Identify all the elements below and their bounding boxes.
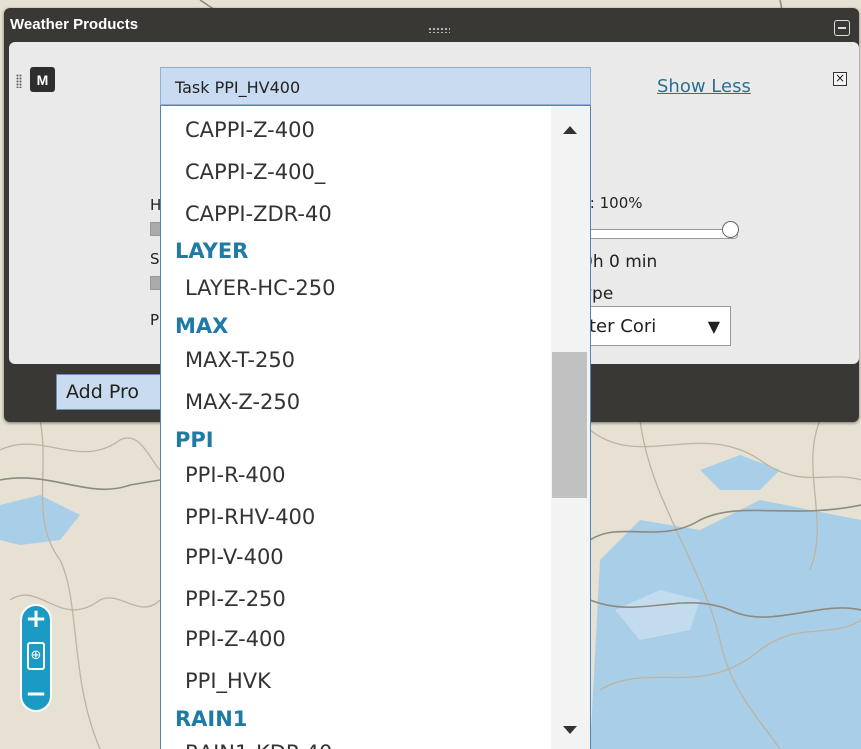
panel-drag-grip-icon[interactable]: [428, 27, 450, 33]
task-dropdown-list[interactable]: CAPPI-Z-400 CAPPI-Z-400_ CAPPI-ZDR-40 LAYER…: [160, 105, 591, 749]
map-zoom-control: + ⊕ −: [20, 604, 52, 712]
dropdown-option[interactable]: PPI_HVK: [185, 669, 271, 693]
dropdown-group-header: PPI: [175, 428, 214, 452]
zoom-out-icon[interactable]: −: [23, 681, 49, 708]
task-select[interactable]: Task PPI_HV400: [160, 67, 591, 105]
remove-product-close-icon[interactable]: ×: [833, 72, 847, 86]
opacity-slider[interactable]: [588, 229, 738, 239]
time-offset-label: 0h 0 min: [582, 252, 658, 272]
dropdown-option[interactable]: CAPPI-Z-400: [185, 118, 315, 142]
panel-title: Weather Products: [10, 16, 139, 33]
product-type-badge: M: [30, 67, 55, 92]
scroll-up-arrow-icon[interactable]: [563, 126, 577, 134]
locate-icon[interactable]: ⊕: [27, 642, 45, 670]
opacity-slider-thumb[interactable]: [722, 221, 739, 238]
dropdown-option[interactable]: PPI-V-400: [185, 545, 284, 569]
dropdown-option[interactable]: CAPPI-Z-400_: [185, 160, 325, 184]
dropdown-option[interactable]: LAYER-HC-250: [185, 276, 335, 300]
hidden-label-p: P: [150, 311, 160, 329]
type-select[interactable]: ter Cori ▼: [574, 306, 731, 346]
scrollbar-thumb[interactable]: [552, 352, 587, 498]
dropdown-group-header: MAX: [175, 314, 229, 338]
dropdown-option[interactable]: PPI-Z-400: [185, 627, 286, 651]
dropdown-option[interactable]: RAIN1-KDP-40: [185, 741, 332, 749]
dropdown-option[interactable]: MAX-Z-250: [185, 390, 300, 414]
dropdown-scrollbar[interactable]: [551, 106, 590, 749]
zoom-in-icon[interactable]: +: [23, 606, 49, 633]
show-less-link[interactable]: Show Less: [657, 76, 751, 97]
row-drag-handle-icon[interactable]: [16, 74, 22, 88]
dropdown-option[interactable]: PPI-Z-250: [185, 587, 286, 611]
scroll-down-arrow-icon[interactable]: [563, 726, 577, 734]
dropdown-option[interactable]: PPI-RHV-400: [185, 505, 315, 529]
type-select-value: ter Cori: [589, 316, 657, 337]
opacity-label: y: 100%: [582, 194, 643, 212]
dropdown-option[interactable]: MAX-T-250: [185, 348, 295, 372]
dropdown-option[interactable]: PPI-R-400: [185, 463, 286, 487]
add-product-button[interactable]: Add Pro: [56, 374, 166, 410]
dropdown-arrow-icon: ▼: [707, 317, 720, 336]
hidden-label-s: S: [150, 250, 160, 268]
dropdown-group-header: RAIN1: [175, 707, 248, 731]
dropdown-option[interactable]: CAPPI-ZDR-40: [185, 202, 332, 226]
minimize-icon[interactable]: [834, 20, 850, 36]
dropdown-group-header: LAYER: [175, 239, 249, 263]
